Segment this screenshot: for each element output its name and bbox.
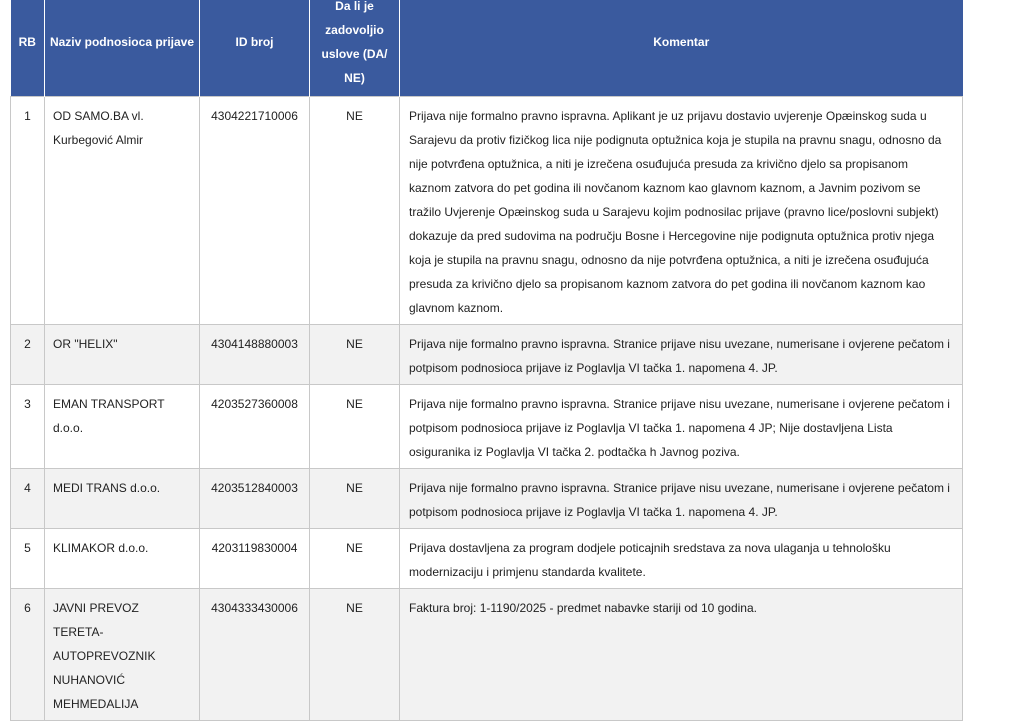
cell-uslovi: NE bbox=[309, 588, 400, 721]
table-row: 4 MEDI TRANS d.o.o. 4203512840003 NE Pri… bbox=[10, 468, 963, 529]
table-row: 6 JAVNI PREVOZ TERETA-AUTOPREVOZNIK NUHA… bbox=[10, 588, 963, 721]
cell-uslovi: NE bbox=[309, 96, 400, 325]
cell-id: 4304148880003 bbox=[199, 324, 310, 385]
cell-uslovi: NE bbox=[309, 384, 400, 469]
table-header-row: RB Naziv podnosioca prijave ID broj Da l… bbox=[10, 0, 963, 97]
cell-uslovi: NE bbox=[309, 528, 400, 589]
table-row: 3 EMAN TRANSPORT d.o.o. 4203527360008 NE… bbox=[10, 384, 963, 469]
cell-rb: 3 bbox=[10, 384, 45, 469]
cell-komentar: Prijava nije formalno pravno ispravna. S… bbox=[399, 468, 963, 529]
table-row: 1 OD SAMO.BA vl. Kurbegović Almir 430422… bbox=[10, 96, 963, 325]
cell-rb: 1 bbox=[10, 96, 45, 325]
cell-naziv: KLIMAKOR d.o.o. bbox=[44, 528, 200, 589]
header-naziv: Naziv podnosioca prijave bbox=[44, 0, 200, 97]
cell-uslovi: NE bbox=[309, 324, 400, 385]
cell-komentar: Prijava nije formalno pravno ispravna. S… bbox=[399, 324, 963, 385]
cell-naziv: OD SAMO.BA vl. Kurbegović Almir bbox=[44, 96, 200, 325]
cell-naziv: JAVNI PREVOZ TERETA-AUTOPREVOZNIK NUHANO… bbox=[44, 588, 200, 721]
results-table: RB Naziv podnosioca prijave ID broj Da l… bbox=[10, 0, 963, 721]
cell-komentar: Prijava nije formalno pravno ispravna. A… bbox=[399, 96, 963, 325]
header-id: ID broj bbox=[199, 0, 310, 97]
cell-id: 4304221710006 bbox=[199, 96, 310, 325]
cell-uslovi: NE bbox=[309, 468, 400, 529]
header-komentar: Komentar bbox=[399, 0, 963, 97]
cell-id: 4203119830004 bbox=[199, 528, 310, 589]
cell-rb: 6 bbox=[10, 588, 45, 721]
cell-komentar: Prijava nije formalno pravno ispravna. S… bbox=[399, 384, 963, 469]
header-rb: RB bbox=[10, 0, 45, 97]
cell-komentar: Prijava dostavljena za program dodjele p… bbox=[399, 528, 963, 589]
cell-naziv: OR "HELIX" bbox=[44, 324, 200, 385]
cell-id: 4203527360008 bbox=[199, 384, 310, 469]
table-row: 5 KLIMAKOR d.o.o. 4203119830004 NE Prija… bbox=[10, 528, 963, 589]
cell-rb: 5 bbox=[10, 528, 45, 589]
cell-rb: 4 bbox=[10, 468, 45, 529]
results-table-container: RB Naziv podnosioca prijave ID broj Da l… bbox=[10, 0, 963, 721]
cell-id: 4203512840003 bbox=[199, 468, 310, 529]
cell-rb: 2 bbox=[10, 324, 45, 385]
cell-naziv: MEDI TRANS d.o.o. bbox=[44, 468, 200, 529]
header-uslovi: Da li je zadovoljio uslove (DA/ NE) bbox=[309, 0, 400, 97]
cell-naziv: EMAN TRANSPORT d.o.o. bbox=[44, 384, 200, 469]
cell-komentar: Faktura broj: 1-1190/2025 - predmet naba… bbox=[399, 588, 963, 721]
cell-id: 4304333430006 bbox=[199, 588, 310, 721]
table-row: 2 OR "HELIX" 4304148880003 NE Prijava ni… bbox=[10, 324, 963, 385]
